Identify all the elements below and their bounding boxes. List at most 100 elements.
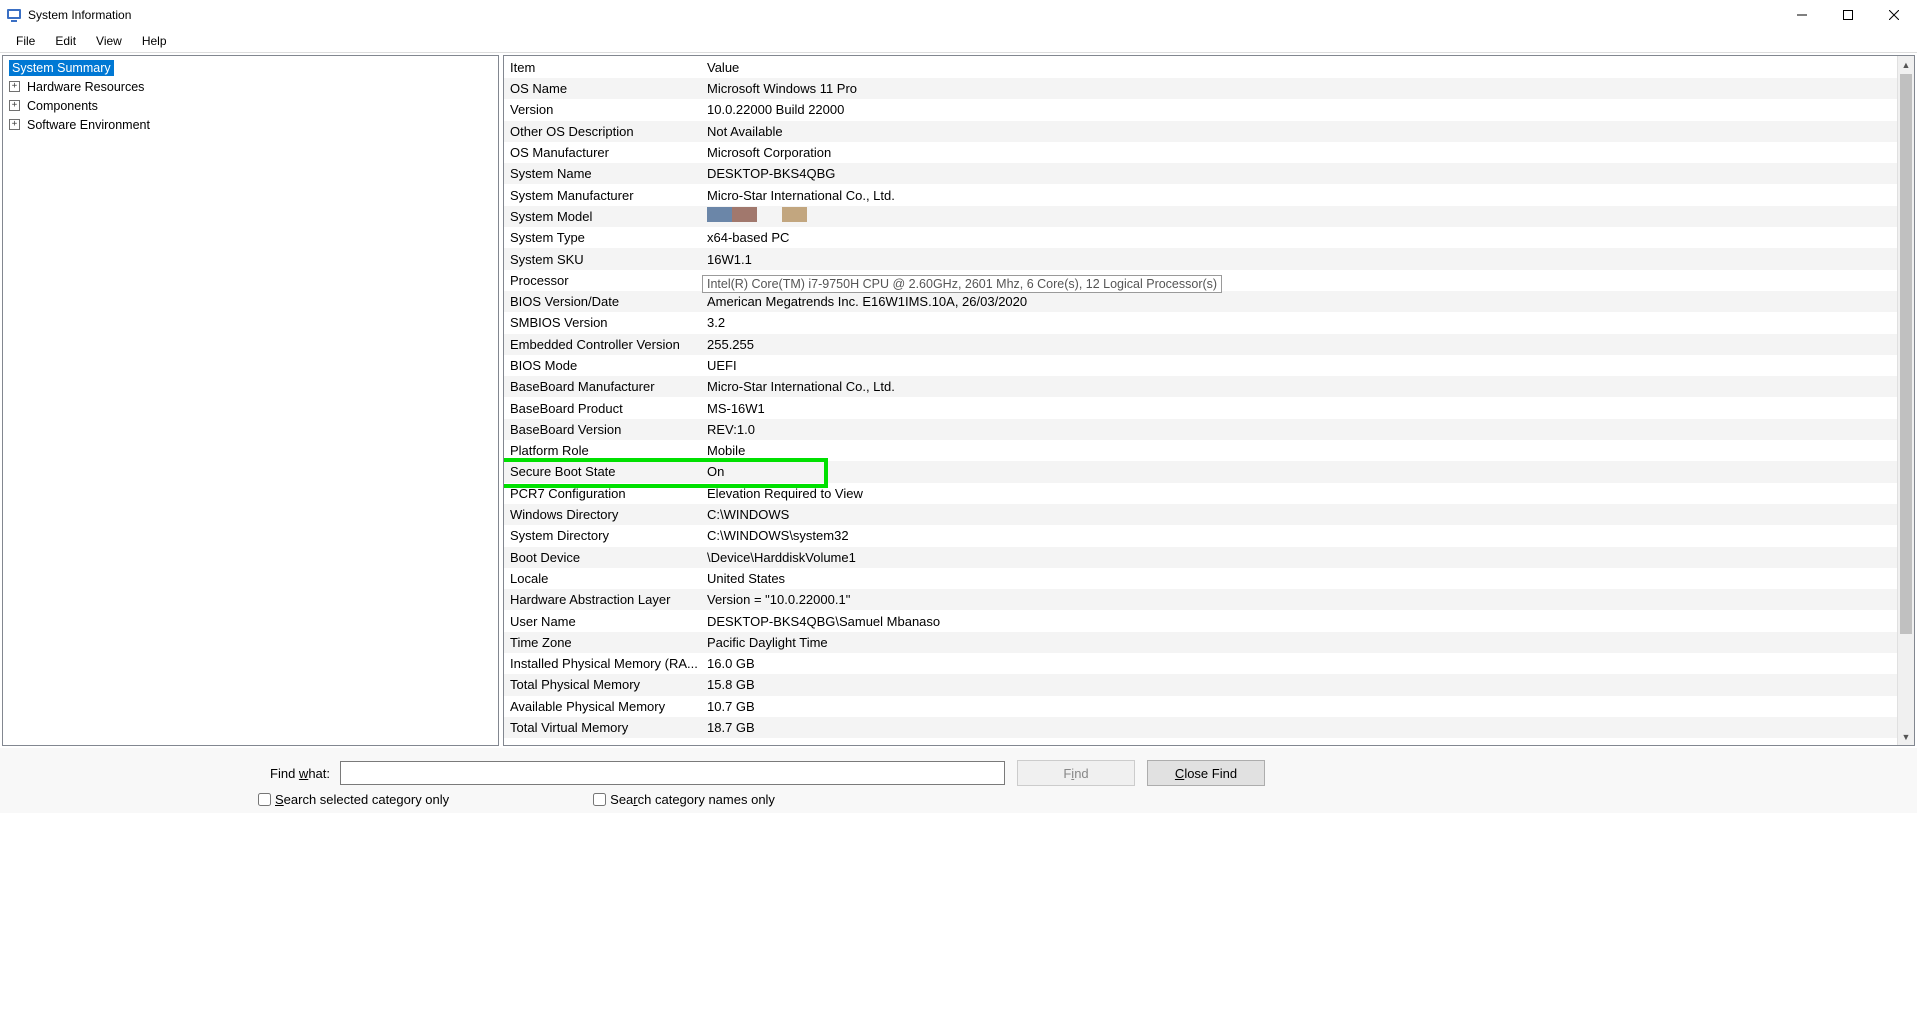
find-input[interactable] [340,761,1005,785]
cell-value: Micro-Star International Co., Ltd. [701,379,1897,394]
scroll-up-icon[interactable]: ▲ [1898,56,1914,73]
tree-label: Components [24,98,101,114]
cell-value: 16.0 GB [701,656,1897,671]
expander-icon[interactable]: + [9,100,20,111]
table-row[interactable]: Other OS DescriptionNot Available [504,121,1897,142]
menu-view[interactable]: View [86,32,132,50]
table-row[interactable]: BaseBoard ProductMS-16W1 [504,397,1897,418]
cell-item: User Name [504,614,701,629]
cell-value: 15.8 GB [701,677,1897,692]
table-row[interactable]: Time ZonePacific Daylight Time [504,632,1897,653]
expander-icon[interactable]: + [9,81,20,92]
table-row[interactable]: BaseBoard ManufacturerMicro-Star Interna… [504,376,1897,397]
cell-item: Locale [504,571,701,586]
cell-item: BIOS Mode [504,358,701,373]
table-row[interactable]: Version10.0.22000 Build 22000 [504,99,1897,120]
cell-item: PCR7 Configuration [504,486,701,501]
cell-value: x64-based PC [701,230,1897,245]
cell-item: System Manufacturer [504,188,701,203]
menu-file[interactable]: File [6,32,45,50]
table-row[interactable]: LocaleUnited States [504,568,1897,589]
processor-tooltip: Intel(R) Core(TM) i7-9750H CPU @ 2.60GHz… [702,275,1222,293]
cell-item: System SKU [504,252,701,267]
detail-pane: Item Value OS NameMicrosoft Windows 11 P… [503,55,1915,746]
table-row[interactable]: BIOS ModeUEFI [504,355,1897,376]
tree-label: Software Environment [24,117,153,133]
tree-item-hardware-resources[interactable]: + Hardware Resources [3,77,498,96]
checkbox-search-selected[interactable] [258,793,271,806]
cell-value: C:\WINDOWS [701,507,1897,522]
cell-value: 10.0.22000 Build 22000 [701,102,1897,117]
tree-item-software-environment[interactable]: + Software Environment [3,115,498,134]
table-row[interactable]: System Typex64-based PC [504,227,1897,248]
expander-icon[interactable]: + [9,119,20,130]
color-swatch [757,207,782,222]
scroll-thumb[interactable] [1900,74,1912,634]
tree-item-components[interactable]: + Components [3,96,498,115]
model-swatches [707,207,807,222]
table-row[interactable]: Hardware Abstraction LayerVersion = "10.… [504,589,1897,610]
find-button[interactable]: Find [1017,760,1135,786]
cell-item: Windows Directory [504,507,701,522]
table-row[interactable]: OS ManufacturerMicrosoft Corporation [504,142,1897,163]
cell-item: Secure Boot State [504,464,701,479]
cell-value: 16W1.1 [701,252,1897,267]
table-row[interactable]: System DirectoryC:\WINDOWS\system32 [504,525,1897,546]
cell-item: Embedded Controller Version [504,337,701,352]
cell-item: SMBIOS Version [504,315,701,330]
check-search-names[interactable]: Search category names only [589,790,775,809]
window-controls [1779,0,1917,30]
titlebar: System Information [0,0,1917,30]
cell-value: \Device\HarddiskVolume1 [701,550,1897,565]
column-header-value[interactable]: Value [701,60,1897,75]
menu-help[interactable]: Help [132,32,177,50]
minimize-button[interactable] [1779,0,1825,30]
close-find-button[interactable]: Close Find [1147,760,1265,786]
maximize-button[interactable] [1825,0,1871,30]
cell-item: Hardware Abstraction Layer [504,592,701,607]
table-row[interactable]: BaseBoard VersionREV:1.0 [504,419,1897,440]
cell-value: Version = "10.0.22000.1" [701,592,1897,607]
table-row[interactable]: OS NameMicrosoft Windows 11 Pro [504,78,1897,99]
color-swatch [782,207,807,222]
table-row[interactable]: System SKU16W1.1 [504,248,1897,269]
cell-item: Installed Physical Memory (RA... [504,656,701,671]
table-row[interactable]: BIOS Version/DateAmerican Megatrends Inc… [504,291,1897,312]
menubar: File Edit View Help [0,30,1917,52]
detail-header: Item Value [504,56,1897,78]
table-row[interactable]: Windows DirectoryC:\WINDOWS [504,504,1897,525]
cell-value: Micro-Star International Co., Ltd. [701,188,1897,203]
table-row[interactable]: Embedded Controller Version255.255 [504,334,1897,355]
tree-root-system-summary[interactable]: System Summary [3,58,498,77]
table-row[interactable]: Installed Physical Memory (RA...16.0 GB [504,653,1897,674]
tree-pane[interactable]: System Summary + Hardware Resources + Co… [2,55,499,746]
check-search-selected[interactable]: Search selected category only [254,790,449,809]
detail-table[interactable]: Item Value OS NameMicrosoft Windows 11 P… [504,56,1897,745]
app-icon [6,7,22,23]
table-row[interactable]: Platform RoleMobile [504,440,1897,461]
table-row[interactable]: Boot Device\Device\HarddiskVolume1 [504,547,1897,568]
color-swatch [732,207,757,222]
cell-value: Elevation Required to View [701,486,1897,501]
table-row[interactable]: Secure Boot StateOn [504,461,1897,482]
scroll-down-icon[interactable]: ▼ [1898,728,1914,745]
table-row[interactable]: System NameDESKTOP-BKS4QBG [504,163,1897,184]
table-row[interactable]: System Model [504,206,1897,227]
cell-value: On [701,464,1897,479]
close-button[interactable] [1871,0,1917,30]
table-row[interactable]: PCR7 ConfigurationElevation Required to … [504,483,1897,504]
table-row[interactable]: Total Physical Memory15.8 GB [504,674,1897,695]
column-header-item[interactable]: Item [504,60,701,75]
table-row[interactable]: Total Virtual Memory18.7 GB [504,717,1897,738]
cell-item: Total Virtual Memory [504,720,701,735]
check-row: Search selected category only Search cat… [10,790,1907,809]
table-row[interactable]: System ManufacturerMicro-Star Internatio… [504,184,1897,205]
cell-item: Processor [504,273,701,288]
checkbox-search-names[interactable] [593,793,606,806]
table-row[interactable]: SMBIOS Version3.2 [504,312,1897,333]
table-row[interactable]: User NameDESKTOP-BKS4QBG\Samuel Mbanaso [504,610,1897,631]
menu-edit[interactable]: Edit [45,32,86,50]
vertical-scrollbar[interactable]: ▲ ▼ [1897,56,1914,745]
find-row: Find what: Find Close Find [10,756,1907,790]
table-row[interactable]: Available Physical Memory10.7 GB [504,696,1897,717]
